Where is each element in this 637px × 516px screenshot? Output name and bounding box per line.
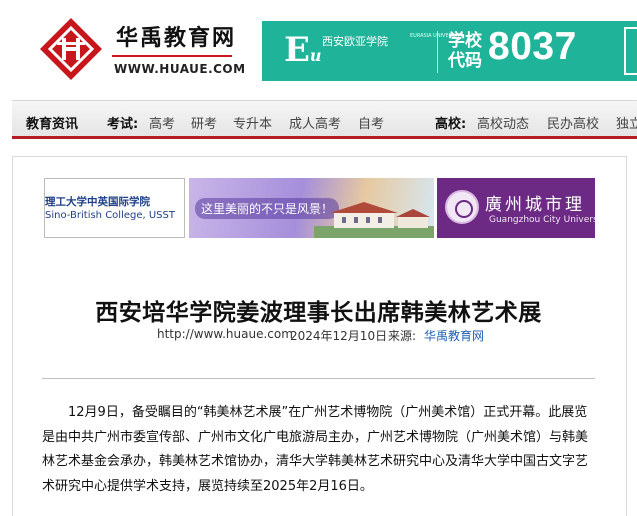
ad-divider bbox=[437, 31, 438, 73]
gz-seal-icon bbox=[445, 190, 479, 224]
nav-education-news[interactable]: 教育资讯 bbox=[26, 113, 78, 132]
gz-ad-subtitle: Guangzhou City Univers bbox=[489, 215, 595, 225]
eurasia-logo-icon: Eu bbox=[284, 30, 322, 70]
ad-code-label: 学校代码 bbox=[448, 31, 482, 71]
gz-ad-title: 廣州城市理 bbox=[485, 195, 585, 215]
usst-ad-title: 理工大学中英国际学院 bbox=[45, 196, 150, 208]
nav-link-chengrengaokao[interactable]: 成人高考 bbox=[289, 113, 341, 132]
usst-ad-subtitle: Sino-British College, USST bbox=[45, 210, 175, 221]
article-paragraph: 12月9日，备受瞩目的“韩美林艺术展”在广州艺术博物院（广州美术馆）正式开幕。此… bbox=[42, 405, 589, 494]
gz-city-ad-banner[interactable]: 廣州城市理 Guangzhou City Univers bbox=[437, 178, 595, 238]
nav-link-zikao[interactable]: 自考 bbox=[358, 113, 384, 132]
nav-link-private-schools[interactable]: 民办高校 bbox=[547, 113, 599, 132]
campus-building-icon bbox=[314, 202, 434, 238]
nav-link-zhuanshengben[interactable]: 专升本 bbox=[233, 113, 272, 132]
site-name-rule bbox=[112, 55, 232, 57]
nav-link-independent[interactable]: 独立 bbox=[616, 113, 637, 132]
meta-date: 2024年12月10日 bbox=[290, 329, 388, 343]
article-divider bbox=[42, 378, 595, 379]
article-title: 西安培华学院姜波理事长出席韩美林艺术展 bbox=[95, 300, 542, 327]
nav-exam-label: 考试: bbox=[107, 117, 139, 132]
meta-source-link[interactable]: 华禹教育网 bbox=[424, 327, 484, 344]
scenic-ad-banner[interactable]: 这里美丽的不只是风景！ bbox=[189, 178, 434, 238]
meta-url[interactable]: http://www.huaue.com bbox=[157, 327, 293, 341]
meta-source-label: 来源: bbox=[388, 329, 417, 343]
article-body: 12月9日，备受瞩目的“韩美林艺术展”在广州艺术博物院（广州美术馆）正式开幕。此… bbox=[42, 401, 595, 499]
ad-school-code: 8037 bbox=[488, 25, 577, 68]
nav-accent-line bbox=[12, 136, 637, 139]
huayu-logo-icon bbox=[40, 18, 102, 80]
nav-link-yankao[interactable]: 研考 bbox=[191, 113, 217, 132]
nav-school-label: 高校: bbox=[435, 117, 467, 132]
site-name: 华禹教育网 bbox=[116, 26, 237, 51]
main-nav: 教育资讯 考试: 高考 研考 专升本 成人高考 自考 高校: 高校动态 民办高校… bbox=[12, 100, 637, 139]
site-url: WWW.HUAUE.COM bbox=[114, 62, 246, 76]
ad-frame-shape bbox=[624, 27, 637, 75]
nav-link-school-news[interactable]: 高校动态 bbox=[477, 113, 529, 132]
usst-ad-banner[interactable]: 理工大学中英国际学院 Sino-British College, USST bbox=[44, 178, 185, 238]
eurasia-ad-banner[interactable]: Eu 西安欧亚学院 EURASIA UNIVERSITY 学校代码 8037 bbox=[262, 21, 637, 81]
ad-university-name: 西安欧亚学院 bbox=[322, 35, 388, 48]
nav-link-gaokao[interactable]: 高考 bbox=[149, 113, 175, 132]
